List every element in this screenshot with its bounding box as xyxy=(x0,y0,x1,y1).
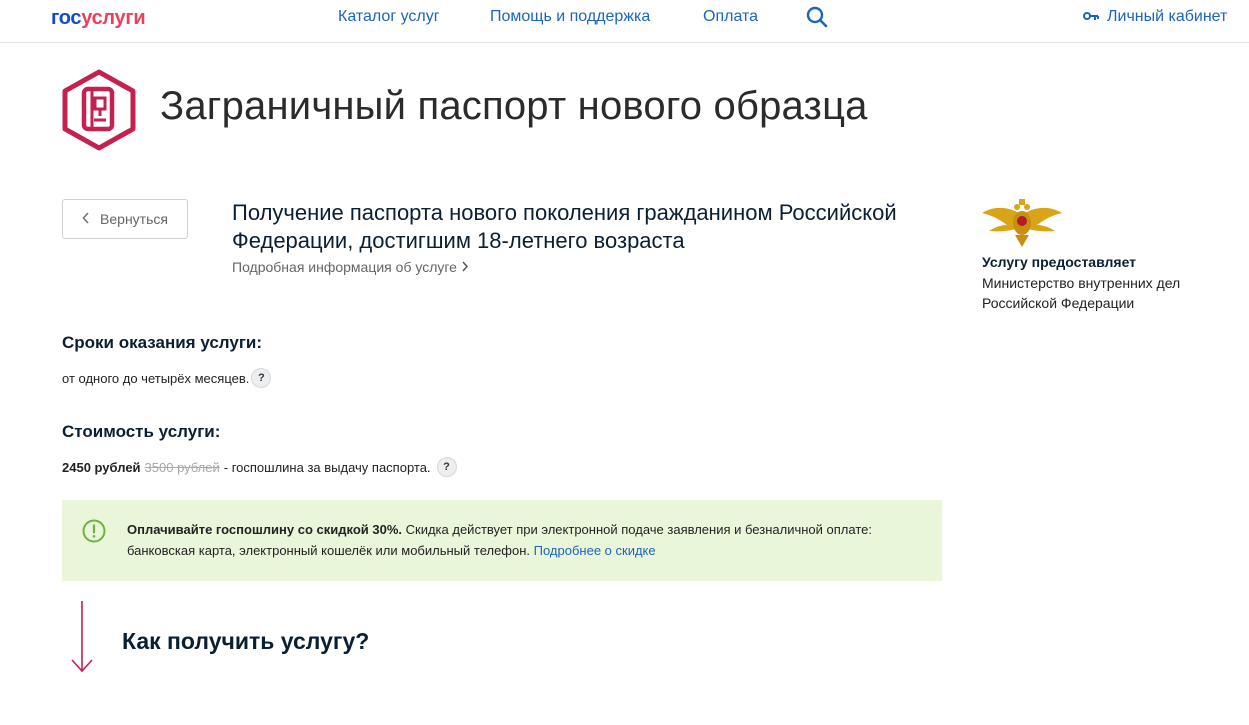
discount-bold-text: Оплачивайте госпошлину со скидкой 30%. xyxy=(127,522,403,537)
discount-text: Оплачивайте госпошлину со скидкой 30%. С… xyxy=(127,519,917,561)
gosuslugi-logo[interactable]: госуслуги xyxy=(51,7,146,30)
service-name: Получение паспорта нового поколения граж… xyxy=(232,200,897,253)
provider-name: Министерство внутренних дел Российской Ф… xyxy=(982,275,1181,311)
page-title: Заграничный паспорт нового образца xyxy=(160,84,868,128)
service-details-label: Подробная информация об услуге xyxy=(232,259,457,275)
terms-text: от одного до четырёх месяцев. xyxy=(62,370,250,386)
passport-icon xyxy=(61,69,137,151)
logo-part-gos: гос xyxy=(51,7,82,29)
key-icon xyxy=(1083,8,1099,26)
chevron-right-icon xyxy=(461,259,469,275)
nav-payment-link[interactable]: Оплата xyxy=(703,8,758,26)
cost-help-icon[interactable]: ? xyxy=(436,457,457,477)
cabinet-label: Личный кабинет xyxy=(1107,8,1228,25)
service-details-link[interactable]: Подробная информация об услуге xyxy=(232,259,469,275)
terms-title: Сроки оказания услуги: xyxy=(62,333,263,352)
cost-price: 2450 рублей xyxy=(62,459,141,475)
chevron-left-icon xyxy=(82,211,90,227)
back-button[interactable]: Вернуться xyxy=(62,199,188,239)
logo-part-uslugi: услуги xyxy=(81,7,146,29)
howto-title: Как получить услугу? xyxy=(122,628,370,654)
nav-help-link[interactable]: Помощь и поддержка xyxy=(490,8,650,26)
terms-text-row: от одного до четырёх месяцев. ? xyxy=(62,368,272,388)
top-header: госуслуги Каталог услуг Помощь и поддерж… xyxy=(0,0,1249,43)
cost-text-row: 2450 рублей 3500 рублей - госпошлина за … xyxy=(62,457,457,477)
discount-banner: Оплачивайте госпошлину со скидкой 30%. С… xyxy=(62,500,942,581)
mvd-emblem-icon xyxy=(981,197,1063,249)
discount-details-link[interactable]: Подробнее о скидке xyxy=(534,543,656,558)
terms-help-icon[interactable]: ? xyxy=(251,368,272,388)
nav-catalog-link[interactable]: Каталог услуг xyxy=(338,8,440,26)
exclamation-circle-icon xyxy=(82,519,106,543)
cost-old-price: 3500 рублей xyxy=(144,459,220,475)
search-icon[interactable] xyxy=(805,5,829,29)
back-button-label: Вернуться xyxy=(100,211,168,227)
cost-title: Стоимость услуги: xyxy=(62,422,221,441)
provider-label: Услугу предоставляет xyxy=(982,254,1137,270)
arrow-down-icon xyxy=(70,601,94,673)
cost-description: - госпошлина за выдачу паспорта. xyxy=(223,459,431,475)
personal-cabinet-link[interactable]: Личный кабинет xyxy=(1083,8,1227,26)
